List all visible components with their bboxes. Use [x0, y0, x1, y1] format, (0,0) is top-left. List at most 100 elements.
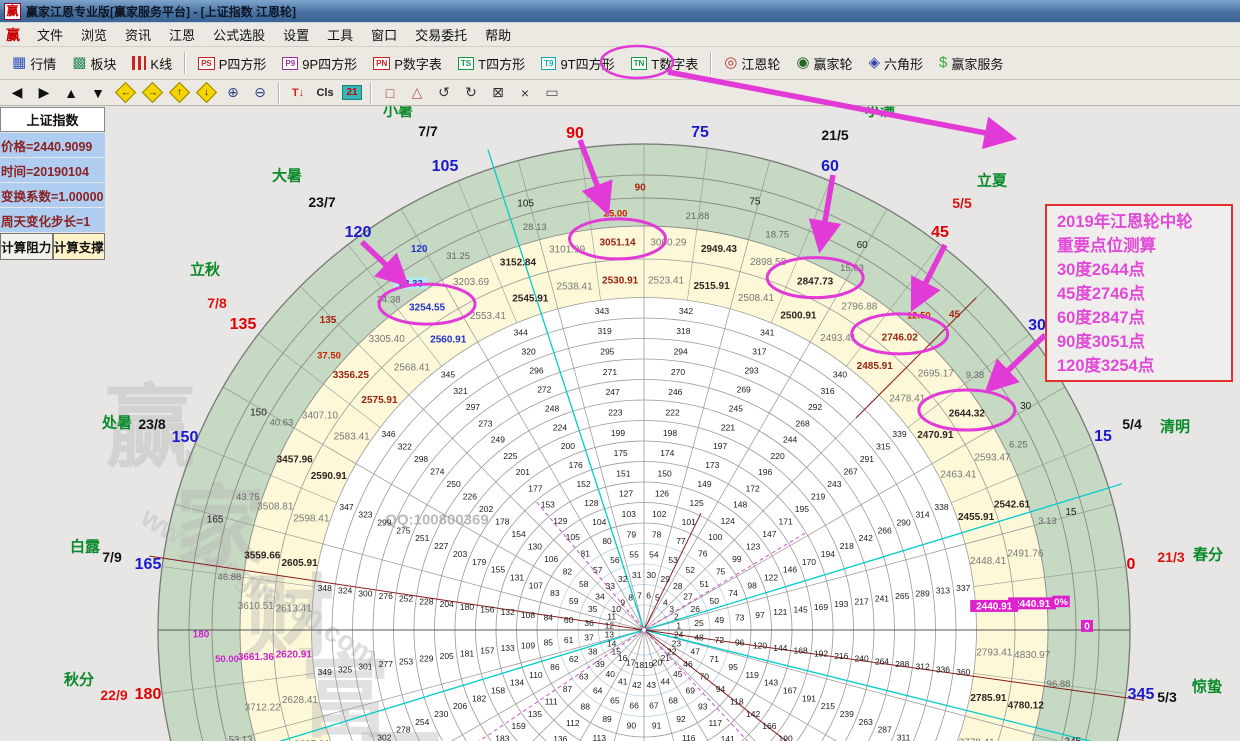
svg-text:325: 325: [338, 664, 352, 674]
outer-degree-label: 60: [821, 158, 839, 175]
menu-item-8[interactable]: 交易委托: [406, 23, 476, 46]
draw-tool-move-left[interactable]: ←: [112, 81, 138, 104]
svg-text:4780.12: 4780.12: [1008, 700, 1045, 711]
svg-text:4830.97: 4830.97: [1014, 650, 1051, 661]
toolbar-label: 六角形: [884, 54, 923, 73]
svg-text:39: 39: [595, 659, 605, 669]
menu-item-2[interactable]: 资讯: [116, 23, 160, 46]
svg-text:197: 197: [713, 441, 727, 451]
draw-tool-move-right[interactable]: →: [139, 81, 165, 104]
toolbar-button-kline[interactable]: K线: [124, 50, 180, 77]
draw-tool-delete-box[interactable]: ⊠: [485, 81, 511, 104]
svg-text:75: 75: [749, 197, 761, 208]
outer-degree-label: 180: [135, 686, 162, 703]
gann-wheel-canvas[interactable]: 赢家财富网www.yingjia360.comQQ:10080036912345…: [0, 106, 1240, 741]
svg-text:2695.17: 2695.17: [918, 368, 955, 379]
calc-support-button[interactable]: 计算支撑: [53, 233, 106, 260]
solar-term-label: 春分: [1193, 545, 1223, 563]
toolbar-label: 赢家服务: [951, 54, 1003, 73]
draw-tool-fit-screen[interactable]: ×: [512, 81, 538, 104]
svg-text:107: 107: [529, 580, 543, 590]
svg-text:80: 80: [602, 536, 612, 546]
draw-tool-scroll-left[interactable]: ◀: [4, 81, 30, 104]
svg-text:59: 59: [569, 596, 579, 606]
svg-text:278: 278: [396, 725, 410, 735]
toolbar-button-winner-service[interactable]: $赢家服务: [931, 50, 1011, 77]
svg-text:148: 148: [733, 500, 747, 510]
toolbar-button-t-number-table[interactable]: TNT数字表: [623, 50, 707, 77]
draw-tool-zoom-out[interactable]: ⊖: [247, 81, 273, 104]
svg-text:40: 40: [605, 669, 615, 679]
menu-item-3[interactable]: 江恩: [160, 23, 204, 46]
svg-text:2500.91: 2500.91: [780, 310, 817, 321]
svg-text:196: 196: [758, 467, 772, 477]
menu-item-0[interactable]: 文件: [28, 23, 72, 46]
svg-text:2793.41: 2793.41: [976, 648, 1013, 659]
svg-text:3000.29: 3000.29: [650, 237, 687, 248]
svg-text:182: 182: [472, 693, 486, 703]
draw-tool-draw-rect[interactable]: □: [377, 81, 403, 104]
menu-item-7[interactable]: 窗口: [362, 23, 406, 46]
toolbar-button-sectors[interactable]: ▩板块: [64, 50, 124, 77]
svg-text:220: 220: [771, 451, 785, 461]
draw-tool-calendar[interactable]: 21: [339, 81, 365, 104]
menu-item-5[interactable]: 设置: [274, 23, 318, 46]
svg-text:122: 122: [764, 572, 778, 582]
svg-text:230: 230: [434, 709, 448, 719]
svg-text:32: 32: [618, 574, 628, 584]
svg-text:8: 8: [628, 593, 633, 603]
svg-text:102: 102: [652, 509, 666, 519]
draw-tool-cls[interactable]: Cls: [312, 81, 338, 104]
svg-text:24: 24: [674, 630, 684, 640]
svg-text:6.25: 6.25: [1009, 440, 1028, 451]
toolbar-button-hexagon[interactable]: ◈六角形: [860, 50, 931, 77]
draw-tool-scroll-right[interactable]: ▶: [31, 81, 57, 104]
svg-text:119: 119: [745, 670, 759, 680]
draw-tool-draw-triangle[interactable]: △: [404, 81, 430, 104]
toolbar-button-p-number-table[interactable]: PNP数字表: [365, 50, 450, 77]
svg-text:2644.32: 2644.32: [949, 409, 986, 420]
calc-resistance-button[interactable]: 计算阻力: [0, 233, 53, 260]
toolbar-button-p-square[interactable]: PSP四方形: [190, 50, 274, 77]
draw-tool-cursor-down[interactable]: ▼: [85, 81, 111, 104]
toolbar-button-t-square[interactable]: TST四方形: [450, 50, 533, 77]
draw-tool-move-down[interactable]: ↓: [193, 81, 219, 104]
draw-tool-price-scale[interactable]: T↓: [285, 81, 311, 104]
toolbar-button-9p-square[interactable]: P99P四方形: [274, 50, 365, 77]
toolbar-button-gann-wheel[interactable]: ◎江恩轮: [716, 50, 788, 77]
draw-tool-cursor-up[interactable]: ▲: [58, 81, 84, 104]
svg-text:90: 90: [635, 183, 647, 194]
draw-tool-presentation[interactable]: ▭: [539, 81, 565, 104]
svg-text:0%: 0%: [1054, 597, 1068, 608]
svg-text:174: 174: [660, 448, 674, 458]
svg-text:2949.43: 2949.43: [701, 244, 738, 255]
chart-area[interactable]: 赢家财富网www.yingjia360.comQQ:10080036912345…: [0, 106, 1240, 741]
draw-tool-move-up[interactable]: ↑: [166, 81, 192, 104]
svg-text:2493.41: 2493.41: [820, 333, 857, 344]
toolbar-button-9t-square[interactable]: T99T四方形: [533, 50, 623, 77]
svg-text:61: 61: [564, 635, 574, 645]
svg-text:195: 195: [795, 504, 809, 514]
svg-text:193: 193: [834, 599, 848, 609]
svg-text:246: 246: [668, 387, 682, 397]
drawing-toolbar: ◀▶▲▼←→↑↓⊕⊖ T↓Cls21 □△↺↻⊠×▭: [0, 80, 1240, 106]
toolbar-label: 江恩轮: [741, 54, 780, 73]
svg-text:200: 200: [561, 441, 575, 451]
svg-text:175: 175: [614, 448, 628, 458]
svg-text:194: 194: [821, 549, 835, 559]
hexagon-icon: ◈: [868, 55, 880, 71]
menu-item-9[interactable]: 帮助: [476, 23, 520, 46]
menu-item-4[interactable]: 公式选股: [204, 23, 274, 46]
toolbar-button-winner-wheel[interactable]: ◉赢家轮: [788, 50, 860, 77]
draw-tool-zoom-in[interactable]: ⊕: [220, 81, 246, 104]
svg-text:2538.41: 2538.41: [557, 282, 594, 293]
svg-text:109: 109: [521, 640, 535, 650]
draw-tool-rotate-ccw[interactable]: ↺: [431, 81, 457, 104]
toolbar-button-quotes[interactable]: ▦行情: [4, 50, 64, 77]
menu-item-6[interactable]: 工具: [318, 23, 362, 46]
draw-tool-rotate-cw[interactable]: ↻: [458, 81, 484, 104]
svg-text:35: 35: [588, 604, 598, 614]
info-row-3: 周天变化步长=1: [0, 208, 105, 232]
svg-text:266: 266: [878, 525, 892, 535]
menu-item-1[interactable]: 浏览: [72, 23, 116, 46]
